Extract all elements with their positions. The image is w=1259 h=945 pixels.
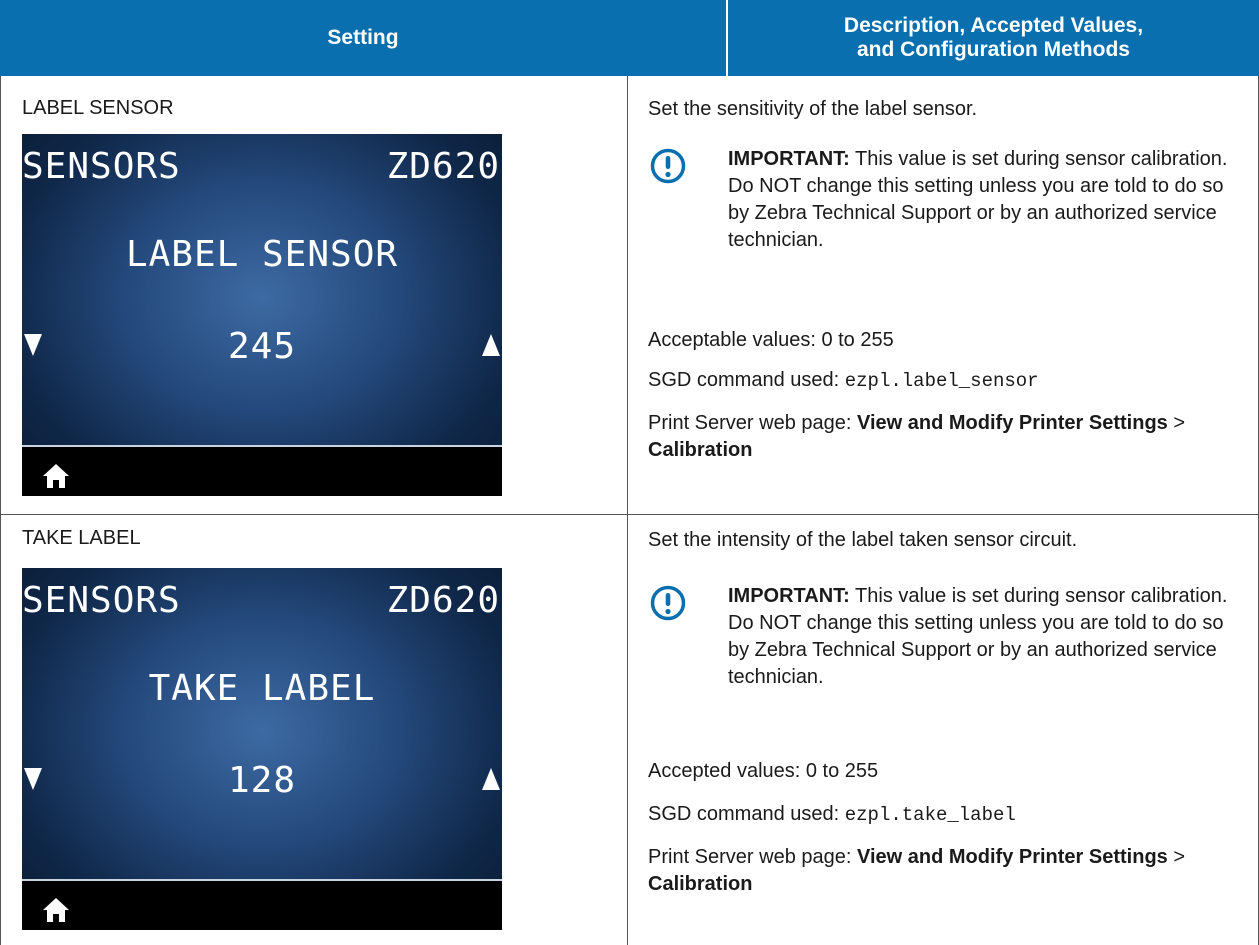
- printer-display-label-sensor: SENSORS ZD620 LABEL SENSOR 245: [22, 134, 502, 496]
- values-text: Accepted values: 0 to 255: [648, 760, 879, 782]
- table-row-divider: [0, 514, 1259, 515]
- header-description: Description, Accepted Values, and Config…: [728, 0, 1259, 76]
- sgd-command: SGD command used: ezpl.take_label: [648, 801, 1238, 829]
- display-footer: [22, 447, 502, 496]
- setting-name-take-label: TAKE LABEL: [22, 527, 141, 549]
- sgd-command-value: ezpl.take_label: [844, 804, 1016, 826]
- important-label: IMPORTANT:: [728, 585, 850, 607]
- important-label: IMPORTANT:: [728, 148, 850, 170]
- display-setting-name: LABEL SENSOR: [125, 234, 399, 275]
- home-icon[interactable]: [42, 897, 70, 923]
- web-path-part1: View and Modify Printer Settings: [857, 846, 1168, 868]
- display-model: ZD620: [386, 580, 500, 621]
- home-icon[interactable]: [42, 463, 70, 489]
- summary-text: Set the sensitivity of the label sensor.: [648, 98, 978, 120]
- web-label: Print Server web page:: [648, 412, 857, 434]
- web-page-path: Print Server web page: View and Modify P…: [648, 410, 1238, 464]
- display-menu-title: SENSORS: [22, 580, 181, 621]
- web-path-part2: Calibration: [648, 439, 753, 461]
- display-setting-name: TAKE LABEL: [148, 668, 376, 709]
- values-text: Acceptable values: 0 to 255: [648, 329, 894, 351]
- sgd-label: SGD command used:: [648, 803, 845, 825]
- exclamation-circle-icon: [650, 585, 686, 621]
- display-setting-value: 128: [227, 760, 297, 801]
- description-summary: Set the intensity of the label taken sen…: [648, 527, 1238, 554]
- display-menu-title: SENSORS: [22, 146, 181, 187]
- important-note: IMPORTANT: This value is set during sens…: [650, 583, 1240, 743]
- exclamation-circle-icon: [650, 148, 686, 184]
- settings-table: Setting Description, Accepted Values, an…: [0, 0, 1259, 945]
- description-summary: Set the sensitivity of the label sensor.: [648, 96, 1238, 123]
- important-note: IMPORTANT: This value is set during sens…: [650, 146, 1240, 306]
- table-column-divider: [627, 76, 628, 945]
- display-footer: [22, 881, 502, 930]
- setting-name-label-sensor: LABEL SENSOR: [22, 97, 174, 119]
- header-setting: Setting: [0, 0, 728, 76]
- web-path-sep: >: [1167, 412, 1186, 434]
- accepted-values: Acceptable values: 0 to 255: [648, 327, 1238, 354]
- important-text: IMPORTANT: This value is set during sens…: [728, 583, 1228, 691]
- sgd-command: SGD command used: ezpl.label_sensor: [648, 367, 1238, 395]
- triangle-up-icon[interactable]: [482, 768, 500, 790]
- web-path-part2: Calibration: [648, 873, 753, 895]
- important-text: IMPORTANT: This value is set during sens…: [728, 146, 1228, 254]
- header-description-line1: Description, Accepted Values,: [843, 14, 1144, 37]
- accepted-values: Accepted values: 0 to 255: [648, 758, 1238, 785]
- table-border-left: [0, 76, 1, 945]
- summary-text: Set the intensity of the label taken sen…: [648, 529, 1078, 551]
- triangle-up-icon[interactable]: [482, 334, 500, 356]
- display-model: ZD620: [386, 146, 500, 187]
- display-setting-value: 245: [227, 326, 297, 367]
- header-setting-label: Setting: [327, 26, 399, 49]
- sgd-command-value: ezpl.label_sensor: [844, 370, 1039, 392]
- web-label: Print Server web page:: [648, 846, 857, 868]
- web-path-part1: View and Modify Printer Settings: [857, 412, 1168, 434]
- web-path-sep: >: [1167, 846, 1186, 868]
- sgd-label: SGD command used:: [648, 369, 845, 391]
- web-page-path: Print Server web page: View and Modify P…: [648, 844, 1238, 898]
- printer-display-take-label: SENSORS ZD620 TAKE LABEL 128: [22, 568, 502, 930]
- header-description-line2: and Configuration Methods: [857, 38, 1130, 61]
